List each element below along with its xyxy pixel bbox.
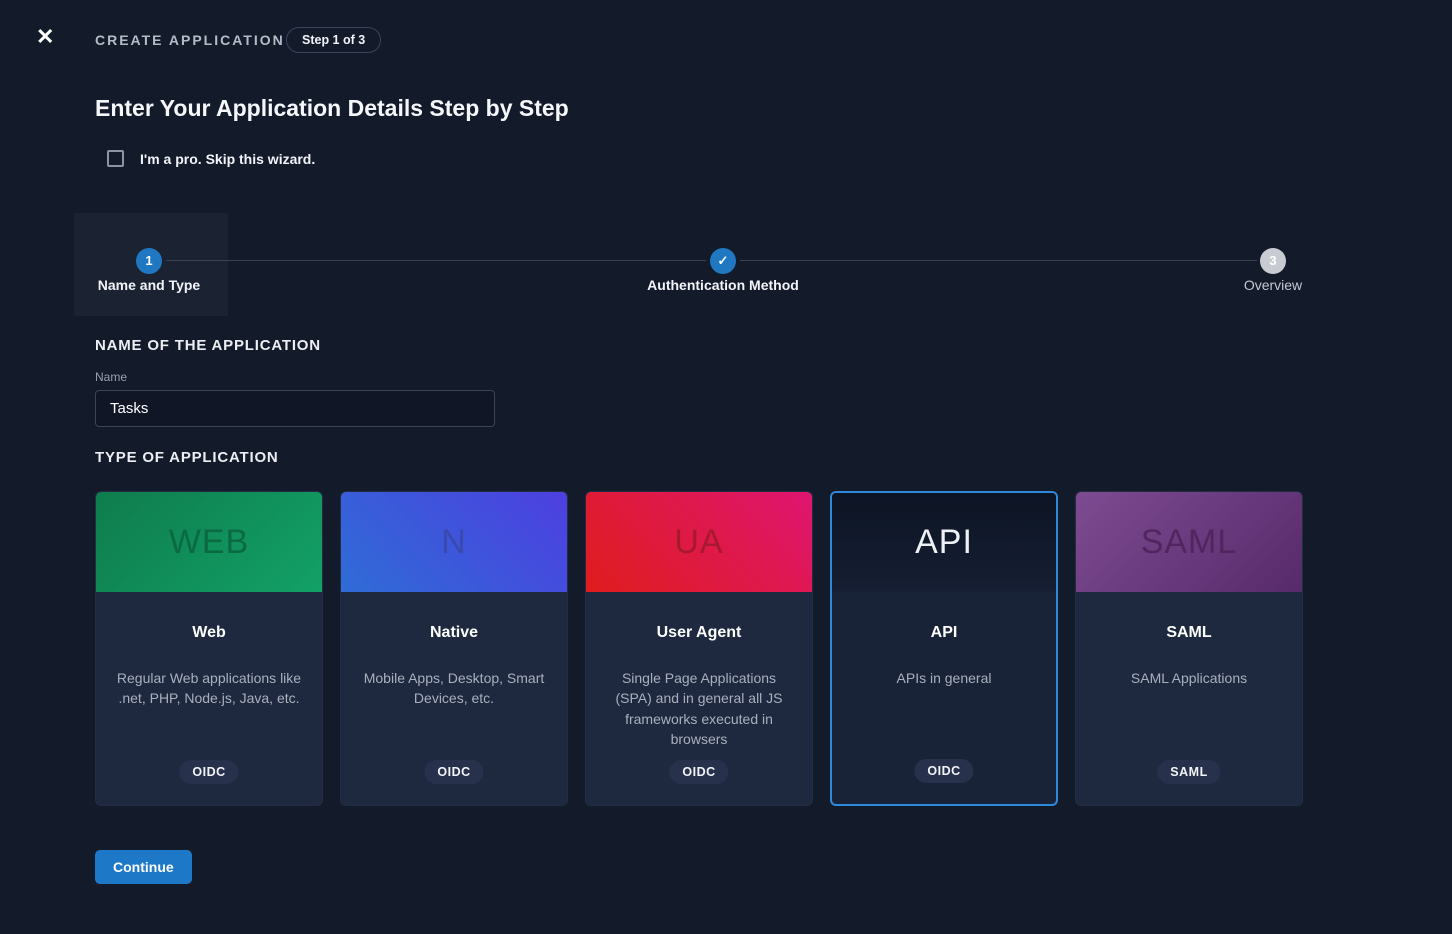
- step-1-label: Name and Type: [98, 277, 200, 293]
- protocol-badge: OIDC: [424, 760, 483, 784]
- protocol-badge: OIDC: [179, 760, 238, 784]
- card-title: User Agent: [586, 624, 812, 642]
- saml-banner: SAML: [1076, 492, 1302, 592]
- protocol-badge: OIDC: [669, 760, 728, 784]
- web-banner: WEB: [96, 492, 322, 592]
- user-agent-banner: UA: [586, 492, 812, 592]
- card-description: Single Page Applications (SPA) and in ge…: [604, 668, 794, 749]
- step-3-circle[interactable]: 3: [1260, 248, 1286, 274]
- native-banner: N: [341, 492, 567, 592]
- type-section-title: TYPE OF APPLICATION: [95, 449, 279, 466]
- application-type-cards: WEB Web Regular Web applications like .n…: [95, 491, 1303, 806]
- app-type-card-api[interactable]: API API APIs in general OIDC: [830, 491, 1058, 806]
- card-title: Web: [96, 624, 322, 642]
- card-title: SAML: [1076, 624, 1302, 642]
- skip-wizard-checkbox-row[interactable]: I'm a pro. Skip this wizard.: [107, 150, 315, 167]
- app-type-card-native[interactable]: N Native Mobile Apps, Desktop, Smart Dev…: [340, 491, 568, 806]
- step-1-circle[interactable]: 1: [136, 248, 162, 274]
- card-description: Regular Web applications like .net, PHP,…: [114, 668, 304, 709]
- step-2-circle[interactable]: ✓: [710, 248, 736, 274]
- wizard-stepper: 1 Name and Type ✓ Authentication Method …: [0, 213, 1452, 316]
- page-title: CREATE APPLICATION: [95, 32, 285, 48]
- name-section-title: NAME OF THE APPLICATION: [95, 337, 321, 354]
- step-3-label: Overview: [1244, 277, 1302, 293]
- card-description: APIs in general: [850, 668, 1038, 688]
- close-icon[interactable]: ✕: [36, 26, 54, 48]
- name-field-label: Name: [95, 370, 127, 384]
- skip-wizard-checkbox[interactable]: [107, 150, 124, 167]
- protocol-badge: SAML: [1157, 760, 1220, 784]
- skip-wizard-label: I'm a pro. Skip this wizard.: [140, 151, 315, 167]
- step-progress-badge: Step 1 of 3: [286, 27, 381, 53]
- wizard-heading: Enter Your Application Details Step by S…: [95, 95, 569, 122]
- app-type-card-user-agent[interactable]: UA User Agent Single Page Applications (…: [585, 491, 813, 806]
- protocol-badge: OIDC: [914, 759, 973, 783]
- stepper-connector: [166, 260, 706, 261]
- app-type-card-web[interactable]: WEB Web Regular Web applications like .n…: [95, 491, 323, 806]
- continue-button[interactable]: Continue: [95, 850, 192, 884]
- card-description: Mobile Apps, Desktop, Smart Devices, etc…: [359, 668, 549, 709]
- stepper-connector: [740, 260, 1257, 261]
- card-description: SAML Applications: [1094, 668, 1284, 688]
- app-type-card-saml[interactable]: SAML SAML SAML Applications SAML: [1075, 491, 1303, 806]
- application-name-input[interactable]: [95, 390, 495, 427]
- step-2-label: Authentication Method: [647, 277, 799, 293]
- card-title: Native: [341, 624, 567, 642]
- create-application-wizard: ✕ CREATE APPLICATION Step 1 of 3 Enter Y…: [0, 0, 1452, 934]
- card-title: API: [832, 624, 1056, 642]
- api-banner: API: [832, 493, 1056, 592]
